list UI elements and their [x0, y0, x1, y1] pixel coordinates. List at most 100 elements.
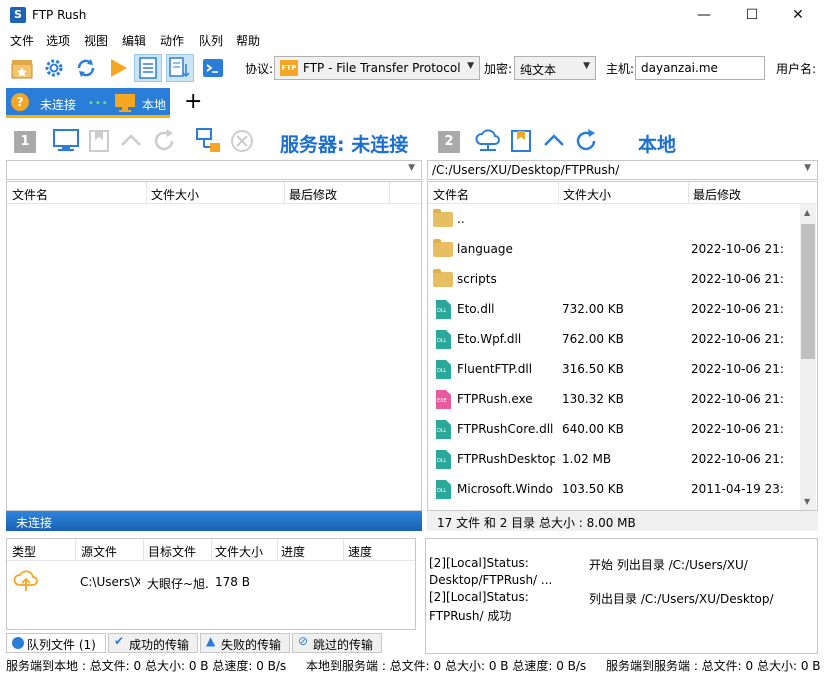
file-row[interactable]: DLL FluentFTP.dll 316.50 KB 2022-10-06 21:1	[428, 354, 803, 384]
right-file-list[interactable]: 文件名 文件大小 最后修改 .. language 2022-10-06 21:1 s…	[427, 181, 818, 511]
file-row[interactable]: EXE FTPRush.exe 130.32 KB 2022-10-06 21:1	[428, 384, 803, 414]
file-size: 1.02 MB	[562, 452, 612, 466]
col-modified[interactable]: 最后修改	[289, 186, 337, 203]
clock-icon	[12, 637, 24, 649]
tab-successful-label: 成功的传输	[129, 638, 190, 652]
menu-action[interactable]: 动作	[160, 32, 184, 49]
site-manager-icon[interactable]	[8, 54, 36, 82]
file-row[interactable]: scripts 2022-10-06 21:1	[428, 264, 803, 294]
bookmark-icon[interactable]	[86, 128, 112, 157]
chevron-down-icon: ▼	[408, 163, 415, 173]
active-tab-indicator	[6, 115, 170, 118]
title-bar: S FTP Rush — ☐ ✕	[0, 0, 824, 30]
play-icon[interactable]	[104, 54, 132, 82]
close-button[interactable]: ✕	[787, 4, 809, 26]
queue-source: C:\Users\X	[80, 575, 140, 589]
file-row[interactable]: ..	[428, 204, 803, 234]
protocol-label: 协议:	[245, 62, 274, 76]
col-target[interactable]: 目标文件	[148, 543, 196, 560]
parent-dir-icon[interactable]	[118, 128, 144, 157]
reload-icon[interactable]	[152, 127, 178, 158]
file-row[interactable]: DLL Microsoft.Windo 103.50 KB 2011-04-19 23…	[428, 474, 803, 504]
file-modified: 2022-10-06 21:1	[691, 242, 783, 256]
vertical-scrollbar[interactable]: ▲ ▼	[800, 204, 816, 510]
tab-failed[interactable]: ▲ 失败的传输	[200, 633, 290, 653]
right-path-select[interactable]: /C:/Users/XU/Desktop/FTPRush/ ▼	[427, 160, 818, 180]
log-tag: [2][Local]Status:	[429, 556, 529, 570]
protocol-select[interactable]: FTP FTP - File Transfer Protocol ▼	[274, 56, 480, 80]
column-divider	[146, 182, 147, 204]
scroll-down-icon[interactable]: ▼	[804, 497, 810, 506]
file-row[interactable]: DLL FTPRushCore.dll 640.00 KB 2022-10-06 21…	[428, 414, 803, 444]
col-filesize[interactable]: 文件大小	[151, 186, 199, 203]
disconnect-icon[interactable]	[229, 128, 255, 157]
transfer-list-icon[interactable]	[166, 54, 194, 82]
reload-icon[interactable]	[574, 127, 600, 158]
file-row[interactable]: DLL FTPRushDesktop. 1.02 MB 2022-10-06 21:1	[428, 444, 803, 474]
left-file-list[interactable]: 文件名 文件大小 最后修改	[6, 181, 422, 511]
scroll-thumb[interactable]	[801, 224, 815, 359]
file-name: FTPRushCore.dll	[457, 422, 554, 436]
col-size[interactable]: 文件大小	[215, 543, 263, 560]
column-divider	[75, 539, 76, 561]
minimize-button[interactable]: —	[693, 4, 715, 26]
host-input[interactable]: dayanzai.me	[635, 56, 765, 80]
log-panel[interactable]: [2][Local]Status: 开始 列出目录 /C:/Users/XU/ …	[425, 538, 818, 654]
settings-gear-icon[interactable]	[40, 54, 68, 82]
connect-network-icon[interactable]	[194, 127, 222, 158]
file-name: Eto.dll	[457, 302, 495, 316]
bookmark-icon[interactable]	[508, 128, 534, 157]
queue-target: 大眼仔~旭.	[147, 577, 209, 591]
menu-help[interactable]: 帮助	[236, 32, 260, 49]
column-divider	[284, 182, 285, 204]
file-row[interactable]: DLL Eto.dll 732.00 KB 2022-10-06 21:1	[428, 294, 803, 324]
queue-tabs: 队列文件 (1) ✔ 成功的传输 ▲ 失败的传输 ⊘ 跳过的传输	[6, 633, 416, 653]
tab-failed-label: 失败的传输	[221, 638, 282, 652]
menu-options[interactable]: 选项	[46, 32, 70, 49]
encryption-select[interactable]: 纯文本 ▼	[514, 56, 596, 80]
queue-list[interactable]: 类型 源文件 目标文件 文件大小 进度 速度 C:\Users\X 大眼仔~旭.…	[6, 538, 416, 630]
col-type[interactable]: 类型	[12, 543, 36, 560]
col-progress[interactable]: 进度	[281, 543, 305, 560]
file-name: Eto.Wpf.dll	[457, 332, 522, 346]
col-filename[interactable]: 文件名	[433, 186, 469, 203]
col-filename[interactable]: 文件名	[12, 186, 48, 203]
file-size: 640.00 KB	[562, 422, 624, 436]
menu-edit[interactable]: 编辑	[122, 32, 146, 49]
local-computer-icon[interactable]	[52, 128, 80, 157]
col-source[interactable]: 源文件	[81, 543, 117, 560]
maximize-button[interactable]: ☐	[741, 4, 763, 26]
left-status-text: 未连接	[16, 516, 53, 530]
queue-row[interactable]: C:\Users\X 大眼仔~旭. 178 B	[7, 563, 415, 597]
refresh-icon[interactable]	[72, 54, 100, 82]
column-divider	[211, 539, 212, 561]
menu-view[interactable]: 视图	[84, 32, 108, 49]
left-path-select[interactable]: ▼	[6, 160, 422, 180]
log-document-icon[interactable]	[134, 54, 162, 82]
col-speed[interactable]: 速度	[348, 543, 372, 560]
tab-queue-files[interactable]: 队列文件 (1)	[6, 633, 106, 653]
tab-successful[interactable]: ✔ 成功的传输	[108, 633, 198, 653]
menu-queue[interactable]: 队列	[199, 32, 223, 49]
monitor-icon	[114, 93, 136, 112]
tab-skipped[interactable]: ⊘ 跳过的传输	[292, 633, 382, 653]
cloud-network-icon[interactable]	[474, 128, 502, 157]
file-row[interactable]: language 2022-10-06 21:1	[428, 234, 803, 264]
terminal-icon[interactable]	[199, 54, 227, 82]
session-tab[interactable]: ? 未连接 ••• 本地	[6, 88, 170, 118]
col-modified[interactable]: 最后修改	[693, 186, 741, 203]
file-modified: 2022-10-06 21:1	[691, 422, 783, 436]
menu-file[interactable]: 文件	[10, 32, 34, 49]
file-row[interactable]: DLL Eto.Wpf.dll 762.00 KB 2022-10-06 21:1	[428, 324, 803, 354]
col-filesize[interactable]: 文件大小	[563, 186, 611, 203]
file-size: 130.32 KB	[562, 392, 624, 406]
add-tab-button[interactable]: +	[184, 89, 202, 114]
parent-dir-icon[interactable]	[541, 128, 567, 157]
menu-bar: 文件 选项 视图 编辑 动作 队列 帮助	[0, 30, 824, 50]
protocol-value: FTP - File Transfer Protocol	[303, 61, 461, 75]
scroll-up-icon[interactable]: ▲	[804, 208, 810, 217]
file-size: 762.00 KB	[562, 332, 624, 346]
column-divider	[343, 539, 344, 561]
file-name: language	[457, 242, 513, 256]
encryption-label: 加密:	[484, 62, 513, 76]
